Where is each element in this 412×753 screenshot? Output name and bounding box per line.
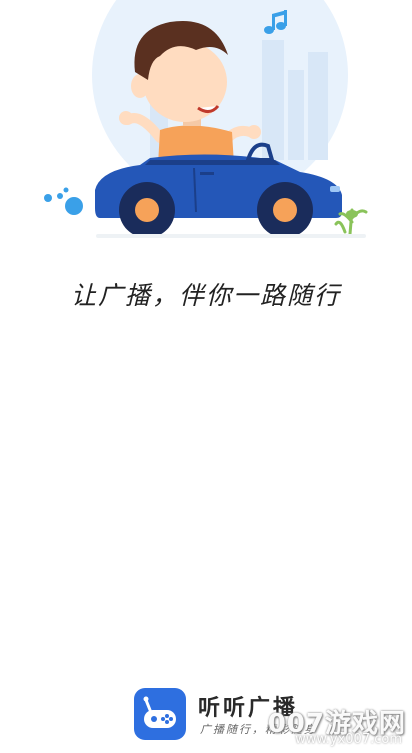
car-illustration [44,0,368,238]
hero-illustration [0,0,412,250]
radio-gamepad-icon [134,688,186,740]
watermark-url: www.yx007.com [295,732,402,747]
tagline: 让广播，伴你一路随行 [70,281,341,310]
